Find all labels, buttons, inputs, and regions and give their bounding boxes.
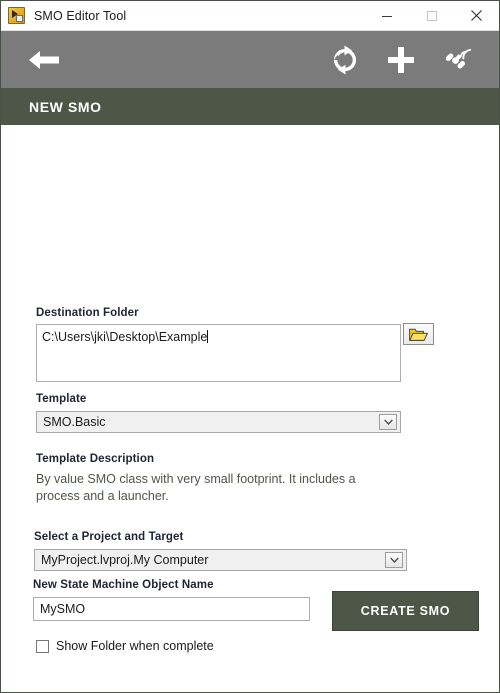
minimize-icon xyxy=(381,15,392,17)
satellite-icon xyxy=(445,48,472,69)
toolbar-actions xyxy=(325,40,477,80)
project-target-label: Select a Project and Target xyxy=(34,531,184,543)
object-name-input[interactable]: MySMO xyxy=(33,597,310,621)
template-select[interactable]: SMO.Basic xyxy=(36,411,401,433)
create-smo-button-label: CREATE SMO xyxy=(360,604,451,618)
back-button[interactable] xyxy=(27,43,69,77)
destination-folder-value: C:\Users\jki\Desktop\Example xyxy=(42,330,208,344)
section-header: NEW SMO xyxy=(1,88,499,125)
back-arrow-icon xyxy=(29,50,59,69)
template-description-text: By value SMO class with very small footp… xyxy=(36,472,356,503)
maximize-button[interactable] xyxy=(409,1,454,31)
labview-app-icon xyxy=(8,7,25,24)
project-target-select[interactable]: MyProject.lvproj.My Computer xyxy=(34,549,407,571)
close-icon xyxy=(471,10,482,21)
object-name-value: MySMO xyxy=(40,602,86,616)
destination-folder-input[interactable]: C:\Users\jki\Desktop\Example xyxy=(36,324,401,382)
window-controls xyxy=(364,1,499,31)
close-button[interactable] xyxy=(454,1,499,31)
template-selected-value: SMO.Basic xyxy=(43,415,106,429)
maximize-icon xyxy=(426,10,437,21)
browse-folder-button[interactable] xyxy=(403,323,434,345)
template-label: Template xyxy=(36,393,87,405)
add-button[interactable] xyxy=(381,40,421,80)
refresh-icon xyxy=(333,44,357,75)
plus-icon xyxy=(388,46,414,73)
show-folder-checkbox[interactable] xyxy=(36,639,49,653)
satellite-button[interactable] xyxy=(437,40,477,80)
open-folder-icon xyxy=(409,328,428,341)
refresh-button[interactable] xyxy=(325,40,365,80)
destination-folder-label: Destination Folder xyxy=(36,307,139,319)
text-caret xyxy=(207,330,209,343)
show-folder-label: Show Folder when complete xyxy=(56,639,214,653)
title-bar: SMO Editor Tool xyxy=(1,1,499,31)
form-content: Destination Folder C:\Users\jki\Desktop\… xyxy=(1,125,499,692)
app-toolbar xyxy=(1,31,499,88)
minimize-button[interactable] xyxy=(364,1,409,31)
page-title: NEW SMO xyxy=(29,98,102,115)
chevron-down-icon xyxy=(379,414,397,430)
create-smo-button[interactable]: CREATE SMO xyxy=(332,591,479,631)
app-window: SMO Editor Tool NEW SMO Destination Fold… xyxy=(0,0,500,693)
show-folder-checkbox-row[interactable]: Show Folder when complete xyxy=(36,639,214,653)
chevron-down-icon xyxy=(385,552,403,568)
object-name-label: New State Machine Object Name xyxy=(33,579,214,591)
project-target-selected-value: MyProject.lvproj.My Computer xyxy=(41,553,209,567)
window-title: SMO Editor Tool xyxy=(34,8,127,23)
template-description-label: Template Description xyxy=(36,453,155,465)
